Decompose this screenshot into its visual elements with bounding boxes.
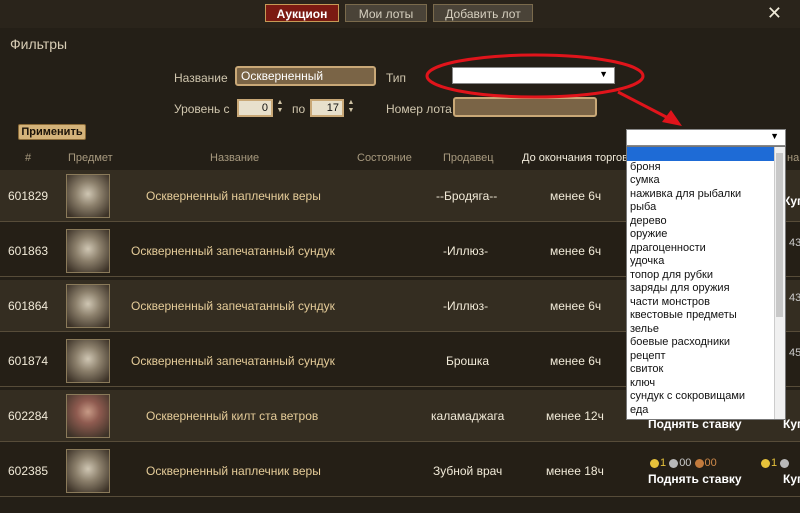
arrow-line xyxy=(617,90,673,122)
arrow-head-icon xyxy=(662,110,682,126)
highlight-ellipse xyxy=(425,53,645,99)
annotation-overlay xyxy=(425,53,682,126)
